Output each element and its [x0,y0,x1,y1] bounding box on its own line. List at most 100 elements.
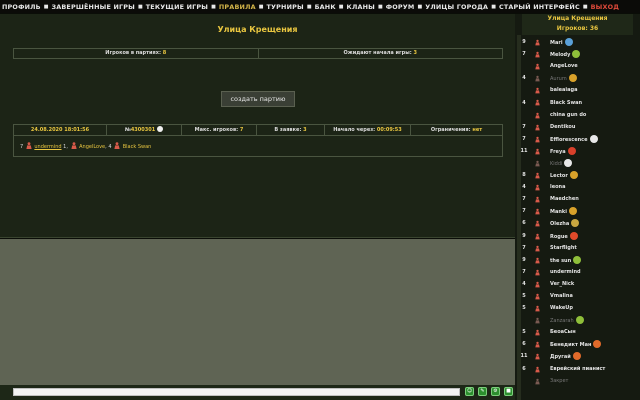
player-list-item[interactable]: 7 Manki [515,205,640,217]
player-name[interactable]: Kiddi [550,161,562,167]
nav-item-6[interactable]: КЛАНЫ [345,3,377,11]
chat-input[interactable] [13,388,460,396]
player-badge-icon [593,340,602,349]
user-icon [535,148,540,155]
player-list-item[interactable]: AngeLove [515,60,640,72]
player-list-item[interactable]: 11 Freya [515,145,640,157]
players-list: 9 Mari 7 Melody AngeLove 4 Aurum baleaiaga 4 Blac… [515,36,640,387]
player-list-item[interactable]: 6 Olezha [515,217,640,229]
player-name[interactable]: Freya [550,149,566,155]
player-name[interactable]: Maedchen [550,196,579,202]
player-list-item[interactable]: 7 undermind [515,266,640,278]
player-list-item[interactable]: 4 Ver_Nick [515,278,640,290]
player-list-item[interactable]: 9 the sun [515,254,640,266]
player-name[interactable]: Zanzarah [550,318,574,324]
player-name[interactable]: Vmalina [550,293,573,299]
settings-icon[interactable]: ⚙ [491,387,500,396]
player-list-item[interactable]: baleaiaga [515,84,640,96]
user-icon [114,142,120,149]
nav-item-7[interactable]: ФОРУМ [384,3,417,11]
player-list-item[interactable]: 4 leona [515,181,640,193]
player-level: 5 [522,293,526,300]
player-name[interactable]: the sun [550,258,571,264]
nav-item-8[interactable]: УЛИЦЫ ГОРОДА [423,3,490,11]
player-name[interactable]: WakeUp [550,305,573,311]
player-list-item[interactable]: 5 WakeUp [515,302,640,314]
player-list-item[interactable]: 5 Vmalina [515,290,640,302]
game-header-row[interactable]: 24.08.2020 18:01:56 №4300301 Макс. игрок… [13,124,503,136]
nav-item-9[interactable]: СТАРЫЙ ИНТЕРФЕЙС [497,3,582,11]
nav-item-5[interactable]: БАНК [313,3,338,11]
player-list-item[interactable]: 9 Mari [515,36,640,48]
player-name[interactable]: Melody [550,52,570,58]
lock-icon[interactable]: ■ [504,387,513,396]
player-name[interactable]: Dentikou [550,124,575,130]
player-level: 6 [522,365,526,372]
player-badge-icon [589,134,598,143]
player-name[interactable]: Rogue [550,234,568,240]
player-list-item[interactable]: 7 Starflight [515,242,640,254]
nav-item-1[interactable]: ЗАВЕРШЁННЫЕ ИГРЫ [49,3,137,11]
start-timer: Начало через: 00:09:53 [324,125,410,135]
player-list-item[interactable]: 7 Maedchen [515,193,640,205]
nav-separator: ■ [306,3,312,10]
player-level: 4 [522,280,526,287]
player-name[interactable]: baleaiaga [550,87,577,93]
player-name[interactable]: Efflorescence [550,137,588,143]
player-link[interactable]: AngelLove [79,144,105,150]
player-list-item[interactable]: 4 Aurum [515,72,640,84]
nav-item-3[interactable]: ПРАВИЛА [217,3,258,11]
player-list-item[interactable]: 5 БеоаСын [515,326,640,338]
player-list-item[interactable]: 6 Еврейский пианист [515,363,640,375]
player-list-item[interactable]: 7 Melody [515,48,640,60]
player-name[interactable]: Lector [550,173,568,179]
player-name[interactable]: Olezha [550,221,569,227]
player-name[interactable]: Другай [550,354,571,360]
player-name[interactable]: china gun do [550,112,586,118]
chat-area [0,239,515,400]
top-navigation: ПРОФИЛЬ ■ ЗАВЕРШЁННЫЕ ИГРЫ ■ ТЕКУЩИЕ ИГРЫ ■ ПР… [0,0,640,13]
smile-icon[interactable]: ☺ [465,387,474,396]
player-link[interactable]: Black Swan [123,144,152,150]
player-list-item[interactable]: 7 Dentikou [515,121,640,133]
player-name-wrap: Другай [550,352,581,361]
player-level: 9 [522,256,526,263]
player-list-item[interactable]: china gun do [515,109,640,121]
player-list-item[interactable]: 8 Lector [515,169,640,181]
player-name[interactable]: Ver_Nick [550,281,574,287]
user-icon [535,281,540,288]
player-name-wrap: Бенедикт Ман [550,340,602,349]
player-name[interactable]: Aurum [550,76,567,82]
player-name[interactable]: БеоаСын [550,329,576,335]
nav-item-0[interactable]: ПРОФИЛЬ [0,3,43,11]
player-level: 4 [522,184,526,191]
player-list-item[interactable]: Kiddi [515,157,640,169]
player-name[interactable]: Manki [550,209,567,215]
player-link[interactable]: undermind [34,144,61,150]
player-list-item[interactable]: Zanzarah [515,314,640,326]
player-name[interactable]: Mari [550,40,563,46]
player-name[interactable]: Закрет [550,378,568,384]
pencil-icon[interactable]: ✎ [478,387,487,396]
player-list-item[interactable]: 7 Efflorescence [515,133,640,145]
player-name[interactable]: Еврейский пианист [550,366,605,372]
player-list-item[interactable]: 4 Black Swan [515,96,640,108]
user-icon [535,112,540,118]
user-icon [26,142,32,149]
player-name[interactable]: Black Swan [550,100,582,106]
nav-item-2[interactable]: ТЕКУЩИЕ ИГРЫ [144,3,210,11]
player-list-item[interactable]: 9 Rogue [515,230,640,242]
game-number[interactable]: №4300301 [106,125,181,135]
player-name[interactable]: undermind [550,269,581,275]
player-list-item[interactable]: 6 Бенедикт Ман [515,338,640,350]
player-list-item[interactable]: 11 Другай [515,350,640,362]
create-game-button[interactable]: создать партию [221,91,295,107]
nav-item-10[interactable]: ВЫХОД [589,3,622,11]
player-name[interactable]: leona [550,184,565,190]
player-name[interactable]: AngeLove [550,63,578,69]
player-name[interactable]: Бенедикт Ман [550,342,591,348]
nav-item-4[interactable]: ТУРНИРЫ [264,3,305,11]
player-name[interactable]: Starflight [550,245,577,251]
nav-separator: ■ [491,3,496,10]
player-list-item[interactable]: Закрет [515,375,640,387]
